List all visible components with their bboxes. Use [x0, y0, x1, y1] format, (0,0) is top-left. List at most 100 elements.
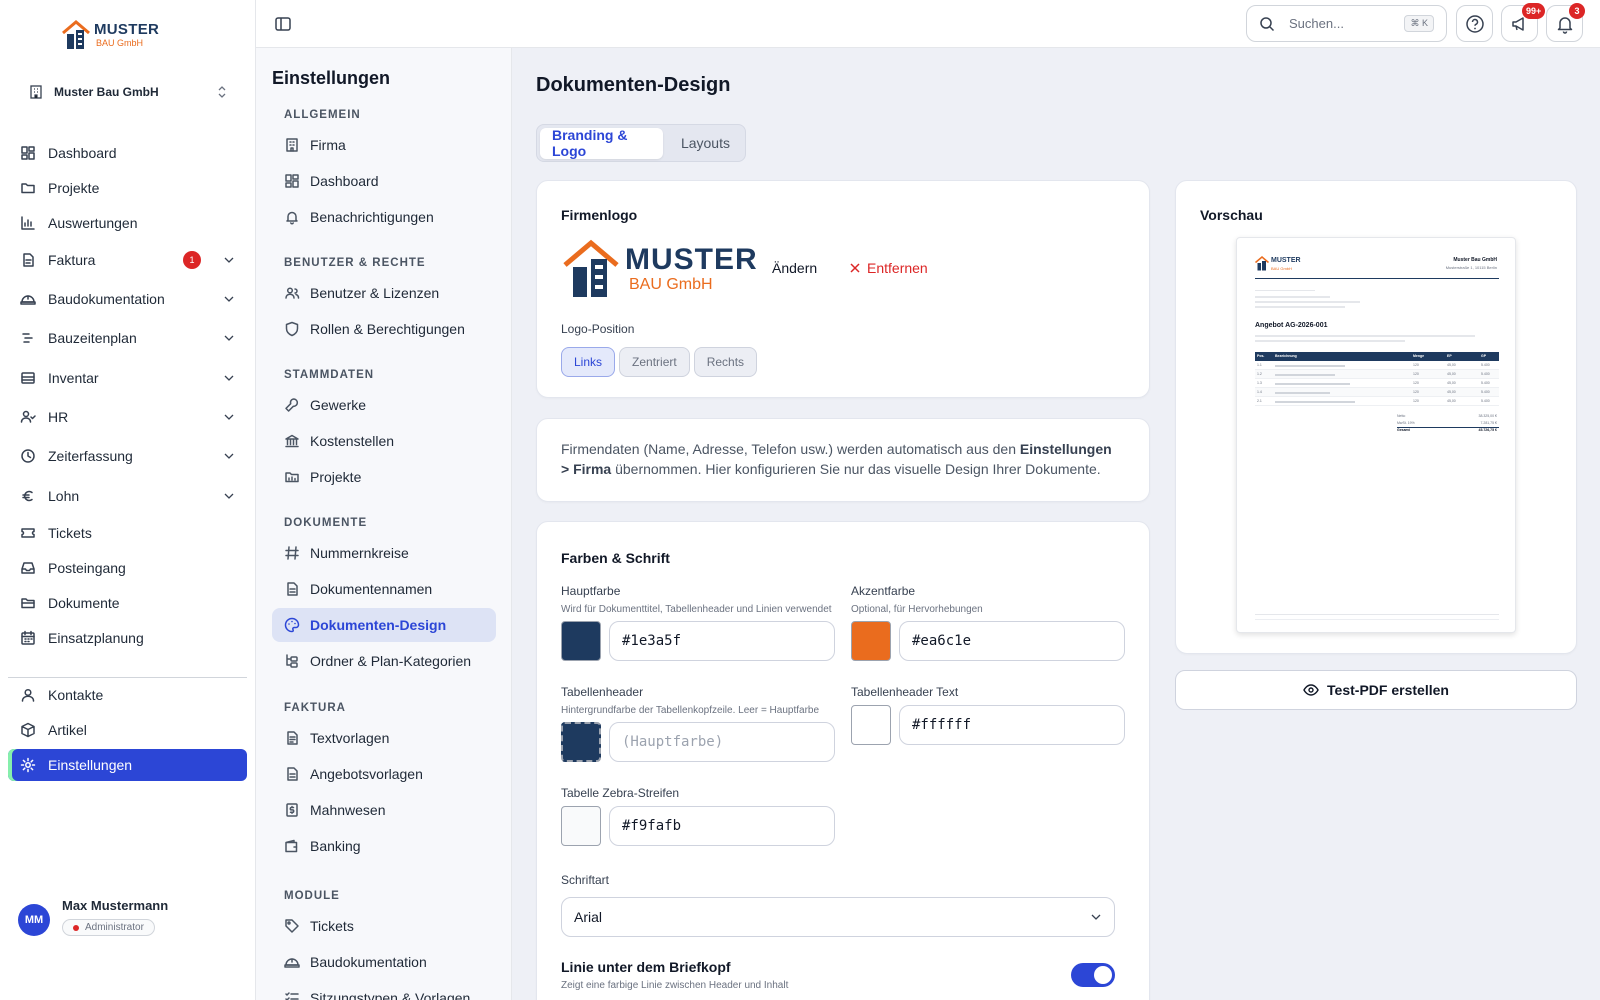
- settings-item-label: Dokumenten-Design: [310, 617, 447, 633]
- settings-item-ordner-plan-kategorien[interactable]: Ordner & Plan-Kategorien: [272, 644, 496, 678]
- position-right-button[interactable]: Rechts: [693, 347, 758, 377]
- preview-address: Musterstraße 1, 10115 Berlin: [1445, 265, 1497, 270]
- notifications-button[interactable]: 3: [1546, 3, 1585, 42]
- chevron-down-icon: [1091, 914, 1101, 920]
- euro-icon: [22, 490, 33, 502]
- nav-item-tickets[interactable]: Tickets: [8, 517, 247, 549]
- search-input[interactable]: Suchen... ⌘ K: [1246, 5, 1447, 42]
- nav-item-dashboard[interactable]: Dashboard: [8, 137, 247, 169]
- header-line-toggle[interactable]: [1071, 963, 1115, 987]
- tab-layouts[interactable]: Layouts: [669, 128, 742, 159]
- zebra-swatch[interactable]: [561, 806, 601, 846]
- settings-item-nummernkreise[interactable]: Nummernkreise: [272, 536, 496, 570]
- help-button[interactable]: [1456, 5, 1493, 42]
- settings-item-sitzungstypen-vorlagen[interactable]: Sitzungstypen & Vorlagen: [272, 981, 496, 1000]
- position-left-button[interactable]: Links: [561, 347, 616, 377]
- change-logo-button[interactable]: Ändern: [772, 260, 817, 276]
- table-header-text-swatch[interactable]: [851, 705, 891, 745]
- project-icon: [285, 472, 299, 483]
- settings-item-kostenstellen[interactable]: Kostenstellen: [272, 424, 496, 458]
- preview-table-head-cell: EP: [1447, 354, 1452, 358]
- create-test-pdf-label: Test-PDF erstellen: [1327, 682, 1449, 698]
- nav-item-hr[interactable]: HR: [8, 401, 247, 433]
- position-center-button[interactable]: Zentriert: [619, 347, 690, 377]
- settings-item-benutzer-lizenzen[interactable]: Benutzer & Lizenzen: [272, 276, 496, 310]
- header-line-hint: Zeigt eine farbige Linie zwischen Header…: [561, 980, 789, 991]
- nav-item-inventar[interactable]: Inventar: [8, 362, 247, 394]
- settings-item-benachrichtigungen[interactable]: Benachrichtigungen: [272, 200, 496, 234]
- chevron-down-icon: [224, 296, 234, 302]
- preview-total-label: Gesamt: [1397, 428, 1410, 432]
- nav-item-posteingang[interactable]: Posteingang: [8, 552, 247, 584]
- settings-item-projekte[interactable]: Projekte: [272, 460, 496, 494]
- company-switcher[interactable]: Muster Bau GmbH: [18, 76, 238, 108]
- nav-item-einsatzplanung[interactable]: Einsatzplanung: [8, 622, 247, 654]
- settings-item-dashboard[interactable]: Dashboard: [272, 164, 496, 198]
- settings-item-dokumenten-design[interactable]: Dokumenten-Design: [272, 608, 496, 642]
- nav-item-dokumente[interactable]: Dokumente: [8, 587, 247, 619]
- font-select[interactable]: Arial: [561, 897, 1115, 937]
- preview-header-line: [1255, 278, 1499, 279]
- user-profile[interactable]: MM Max Mustermann Administrator: [18, 898, 168, 936]
- remove-logo-button[interactable]: Entfernen: [849, 260, 928, 276]
- table-header-input[interactable]: (Hauptfarbe): [609, 722, 835, 762]
- settings-item-textvorlagen[interactable]: Textvorlagen: [272, 721, 496, 755]
- preview-row-description: [1275, 365, 1345, 367]
- wrench-icon: [285, 398, 299, 412]
- tab-branding-logo[interactable]: Branding & Logo: [540, 127, 663, 159]
- nav-item-kontakte[interactable]: Kontakte: [8, 679, 247, 711]
- settings-item-label: Angebotsvorlagen: [310, 766, 423, 782]
- help-icon: [1465, 14, 1484, 33]
- settings-item-mahnwesen[interactable]: Mahnwesen: [272, 793, 496, 827]
- preview-table-cell: 5.400: [1481, 372, 1490, 376]
- nav-item-zeiterfassung[interactable]: Zeiterfassung: [8, 440, 247, 472]
- sidebar-toggle-button[interactable]: [272, 13, 294, 35]
- settings-item-gewerke[interactable]: Gewerke: [272, 388, 496, 422]
- settings-item-dokumentennamen[interactable]: Dokumentennamen: [272, 572, 496, 606]
- calendar-icon: [21, 630, 35, 645]
- preview-card: Vorschau MUSTER BAU GmbH Muster Bau GmbH…: [1175, 180, 1577, 654]
- nav-item-projekte[interactable]: Projekte: [8, 172, 247, 204]
- preview-doc-title: Angebot AG-2026-001: [1255, 322, 1328, 329]
- accent-color-swatch[interactable]: [851, 621, 891, 661]
- create-test-pdf-button[interactable]: Test-PDF erstellen: [1175, 670, 1577, 710]
- users-icon: [20, 410, 36, 423]
- preview-text-line: [1255, 301, 1360, 303]
- contacts-icon: [21, 688, 35, 702]
- nav-item-baudokumentation[interactable]: Baudokumentation: [8, 283, 247, 315]
- table-header-swatch[interactable]: [561, 722, 601, 762]
- zebra-input[interactable]: #f9fafb: [609, 806, 835, 846]
- nav-item-lohn[interactable]: Lohn: [8, 480, 247, 512]
- company-name: Muster Bau GmbH: [54, 85, 159, 99]
- table-header-text-input[interactable]: #ffffff: [899, 705, 1125, 745]
- settings-item-firma[interactable]: Firma: [272, 128, 496, 162]
- settings-item-label: Dokumentennamen: [310, 581, 433, 597]
- settings-item-rollen-berechtigungen[interactable]: Rollen & Berechtigungen: [272, 312, 496, 346]
- house-logo-icon: [1255, 256, 1269, 271]
- preview-table-cell: 5.400: [1481, 399, 1490, 403]
- announcements-button[interactable]: 99+: [1501, 3, 1546, 42]
- company-logo[interactable]: MUSTER BAU GmbH: [62, 20, 159, 50]
- nav-item-artikel[interactable]: Artikel: [8, 714, 247, 746]
- logo-preview: MUSTER BAU GmbH: [563, 239, 758, 299]
- nav-item-auswertungen[interactable]: Auswertungen: [8, 207, 247, 239]
- close-icon: [850, 263, 860, 273]
- accent-color-input[interactable]: #ea6c1e: [899, 621, 1125, 661]
- settings-item-label: Ordner & Plan-Kategorien: [310, 653, 472, 669]
- primary-color-input[interactable]: #1e3a5f: [609, 621, 835, 661]
- primary-color-swatch[interactable]: [561, 621, 601, 661]
- settings-item-label: Tickets: [310, 918, 354, 934]
- preview-table-head-cell: Menge: [1413, 354, 1425, 358]
- preview-table-row: 1.3 120 45,00 5.400: [1255, 379, 1499, 388]
- preview-logo-name: MUSTER: [1271, 257, 1301, 264]
- preview-logo-sub: BAU GmbH: [1271, 266, 1292, 271]
- main-content: Dokumenten-Design Branding & Logo Layout…: [512, 48, 1600, 1000]
- nav-item-einstellungen[interactable]: Einstellungen: [8, 749, 247, 781]
- settings-item-banking[interactable]: Banking: [272, 829, 496, 863]
- nav-item-bauzeitenplan[interactable]: Bauzeitenplan: [8, 322, 247, 354]
- settings-item-tickets[interactable]: Tickets: [272, 909, 496, 943]
- avatar: MM: [18, 904, 50, 936]
- settings-item-baudokumentation[interactable]: Baudokumentation: [272, 945, 496, 979]
- settings-item-angebotsvorlagen[interactable]: Angebotsvorlagen: [272, 757, 496, 791]
- nav-item-faktura[interactable]: Faktura 1: [8, 244, 247, 276]
